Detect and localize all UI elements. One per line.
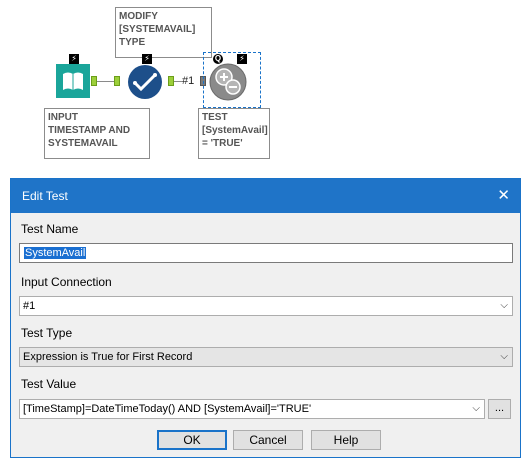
formula-tool-input-anchor[interactable] (114, 76, 120, 86)
connection-line-2 (174, 81, 182, 82)
test-name-input[interactable]: SystemAvail (19, 243, 513, 263)
edit-test-dialog: Edit Test ✕ Test Name SystemAvail Input … (10, 178, 521, 458)
test-value-label: Test Value (21, 377, 77, 391)
test-type-select[interactable]: Expression is True for First Record ⌵ (19, 347, 513, 367)
chevron-down-icon[interactable]: ⌵ (500, 297, 508, 315)
test-value-select[interactable]: [TimeStamp]=DateTimeToday() AND [SystemA… (19, 399, 485, 419)
test-type-value: Expression is True for First Record (23, 351, 193, 363)
input-connection-label: Input Connection (21, 275, 112, 289)
chevron-down-icon[interactable]: ⌵ (472, 400, 480, 418)
test-value-value: [TimeStamp]=DateTimeToday() AND [SystemA… (23, 403, 312, 415)
test-annotation: TEST [SystemAvail] = 'TRUE' (198, 108, 270, 159)
input-data-tool[interactable] (56, 64, 90, 98)
input-annotation: INPUT TIMESTAMP AND SYSTEMAVAIL (44, 108, 150, 159)
test-type-label: Test Type (21, 326, 73, 340)
book-icon (56, 64, 90, 98)
test-name-label: Test Name (21, 222, 79, 236)
test-name-value: SystemAvail (24, 247, 87, 259)
help-button[interactable]: Help (311, 430, 381, 450)
dialog-titlebar[interactable]: Edit Test ✕ (11, 179, 520, 213)
expression-editor-button[interactable]: ... (488, 399, 511, 419)
test-tool[interactable] (208, 62, 248, 102)
ok-button[interactable]: OK (157, 430, 227, 450)
close-icon[interactable]: ✕ (497, 186, 510, 204)
plus-minus-icon (209, 63, 247, 101)
check-icon (128, 65, 162, 99)
modify-annotation: MODIFY [SYSTEMAVAIL] TYPE (115, 7, 212, 58)
connection-label: #1 (182, 75, 195, 87)
workflow-canvas[interactable]: MODIFY [SYSTEMAVAIL] TYPE INPUT TIMESTAM… (0, 0, 529, 178)
input-connection-select[interactable]: #1 ⌵ (19, 296, 513, 316)
chevron-down-icon[interactable]: ⌵ (500, 348, 508, 366)
dialog-title: Edit Test (22, 189, 68, 203)
formula-tool-bolt-icon: ⚡ (142, 54, 152, 64)
input-tool-bolt-icon: ⚡ (69, 54, 79, 64)
connection-line-1 (97, 81, 114, 82)
formula-tool[interactable] (127, 64, 163, 100)
input-connection-value: #1 (23, 300, 36, 312)
cancel-button[interactable]: Cancel (233, 430, 303, 450)
